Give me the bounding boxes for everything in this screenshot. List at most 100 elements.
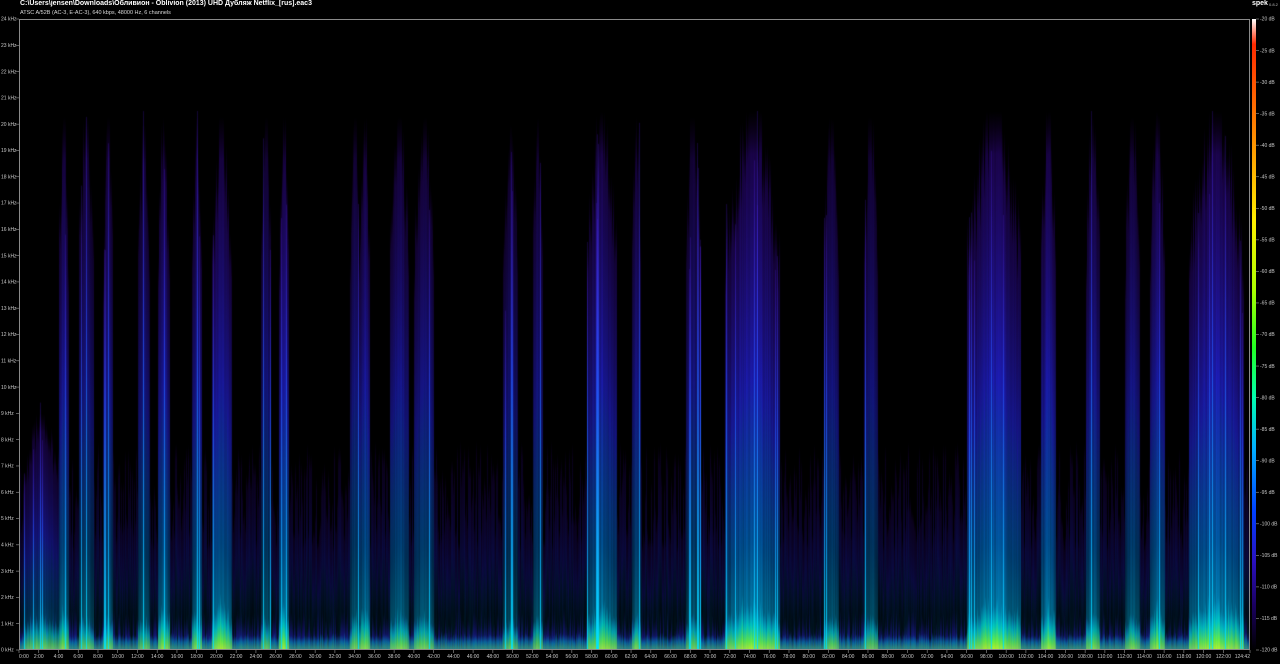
x-tick-label: 14:00	[151, 654, 164, 660]
x-tick-label: 20:00	[210, 654, 223, 660]
y-tick-label: 8 kHz	[1, 437, 14, 443]
x-tick-label: 60:00	[605, 654, 618, 660]
x-tick-label: 6:00	[73, 654, 83, 660]
y-tick-label: 9 kHz	[1, 411, 14, 417]
colorbar-tick-label: -50 dB	[1260, 206, 1275, 212]
y-tick-label: 5 kHz	[1, 516, 14, 522]
x-tick-label: 68:00	[684, 654, 697, 660]
colorbar-tick-label: -75 dB	[1260, 364, 1275, 370]
x-tick-label: 40:00	[408, 654, 421, 660]
x-tick-label: 56:00	[566, 654, 579, 660]
colorbar-tick-label: -85 dB	[1260, 427, 1275, 433]
colorbar-tick-label: -25 dB	[1260, 48, 1275, 54]
x-tick-label: 88:00	[881, 654, 894, 660]
y-tick-label: 20 kHz	[1, 122, 17, 128]
colorbar-tick-label: -60 dB	[1260, 269, 1275, 275]
x-tick-label: 98:00	[980, 654, 993, 660]
colorbar-tick-label: -100 dB	[1260, 522, 1278, 528]
x-tick-label: 32:00	[329, 654, 342, 660]
colorbar-tick-label: -70 dB	[1260, 332, 1275, 338]
colorbar-tick-label: -40 dB	[1260, 143, 1275, 149]
x-tick-label: 118:00	[1176, 654, 1191, 660]
x-tick-label: 62:00	[625, 654, 638, 660]
colorbar-tick-label: -110 dB	[1260, 585, 1278, 591]
y-tick-label: 14 kHz	[1, 280, 17, 286]
x-tick-label: 64:00	[645, 654, 658, 660]
x-tick-label: 8:00	[93, 654, 103, 660]
x-tick-label: 58:00	[585, 654, 598, 660]
colorbar-tick-label: -45 dB	[1260, 174, 1275, 180]
y-tick-label: 13 kHz	[1, 306, 17, 312]
x-tick-label: 12:00	[131, 654, 144, 660]
colorbar-tick-label: -120 dB	[1260, 648, 1278, 654]
x-tick-label: 106:00	[1058, 654, 1074, 660]
x-tick-label: 114:00	[1137, 654, 1152, 660]
colorbar-tick-label: -35 dB	[1260, 111, 1275, 117]
x-tick-label: 82:00	[822, 654, 835, 660]
x-tick-label: 42:00	[427, 654, 440, 660]
x-tick-label: 76:00	[763, 654, 776, 660]
colorbar-tick-label: -90 dB	[1260, 458, 1275, 464]
colorbar-tick-label: -20 dB	[1260, 17, 1275, 23]
x-tick-label: 100:00	[999, 654, 1015, 660]
x-tick-label: 70:00	[704, 654, 717, 660]
x-tick-label: 96:00	[960, 654, 973, 660]
x-tick-label: 30:00	[309, 654, 322, 660]
x-tick-label: 80:00	[802, 654, 815, 660]
x-tick-label: 34:00	[348, 654, 361, 660]
x-tick-label: 2:00	[34, 654, 44, 660]
y-tick-label: 23 kHz	[1, 43, 17, 49]
y-tick-label: 19 kHz	[1, 148, 17, 154]
x-tick-label: 52:00	[526, 654, 539, 660]
y-tick-label: 15 kHz	[1, 253, 17, 259]
x-tick-label: 28:00	[289, 654, 302, 660]
x-tick-label: 112:00	[1117, 654, 1132, 660]
x-tick-label: 108:00	[1077, 654, 1093, 660]
axes-layer: 24 kHz 23 kHz 22 kHz 21 kHz 20 kHz 19 kHz 18 k…	[1, 17, 1278, 660]
y-tick-label: 22 kHz	[1, 69, 17, 75]
y-tick-label: 3 kHz	[1, 569, 14, 575]
x-tick-label: 48:00	[487, 654, 500, 660]
x-tick-label: 84:00	[842, 654, 855, 660]
y-tick-label: 10 kHz	[1, 385, 17, 391]
x-tick-label: 24:00	[250, 654, 263, 660]
colorbar-tick-label: -80 dB	[1260, 395, 1275, 401]
x-tick-label: 104:00	[1038, 654, 1054, 660]
x-tick-label: 74:00	[743, 654, 756, 660]
x-tick-label: 94:00	[941, 654, 954, 660]
y-tick-label: 4 kHz	[1, 543, 14, 549]
y-tick-label: 24 kHz	[1, 17, 17, 23]
y-tick-label: 21 kHz	[1, 96, 17, 102]
x-tick-label: 10:00	[111, 654, 124, 660]
y-tick-label: 11 kHz	[1, 358, 17, 364]
colorbar-tick-label: -30 dB	[1260, 80, 1275, 86]
colorbar-tick-label: -115 dB	[1260, 616, 1278, 622]
colorbar-tick-label: -65 dB	[1260, 301, 1275, 307]
x-tick-label: 116:00	[1157, 654, 1172, 660]
x-tick-label: 122:00	[1216, 654, 1232, 660]
x-tick-label: 18:00	[190, 654, 203, 660]
x-tick-label: 92:00	[921, 654, 934, 660]
x-tick-label: 102:00	[1018, 654, 1034, 660]
y-tick-label: 12 kHz	[1, 332, 17, 338]
x-tick-label: 46:00	[467, 654, 480, 660]
x-tick-label: 50:00	[506, 654, 519, 660]
x-tick-label: 72:00	[724, 654, 737, 660]
x-tick-label: 110:00	[1097, 654, 1112, 660]
x-tick-label: 120:00	[1196, 654, 1212, 660]
x-tick-label: 16:00	[171, 654, 184, 660]
y-tick-label: 16 kHz	[1, 227, 17, 233]
y-tick-label: 18 kHz	[1, 174, 17, 180]
y-tick-label: 1 kHz	[1, 621, 14, 627]
x-tick-label: 86:00	[862, 654, 875, 660]
x-tick-label: 0:00	[19, 654, 29, 660]
x-tick-label: 78:00	[783, 654, 796, 660]
y-tick-label: 7 kHz	[1, 464, 14, 470]
x-tick-label: 4:00	[54, 654, 64, 660]
y-tick-label: 2 kHz	[1, 595, 14, 601]
x-tick-label: 36:00	[368, 654, 381, 660]
x-tick-label: 66:00	[664, 654, 677, 660]
x-tick-label: 90:00	[901, 654, 914, 660]
x-tick-label: 22:00	[230, 654, 243, 660]
x-tick-label: 54:00	[546, 654, 559, 660]
